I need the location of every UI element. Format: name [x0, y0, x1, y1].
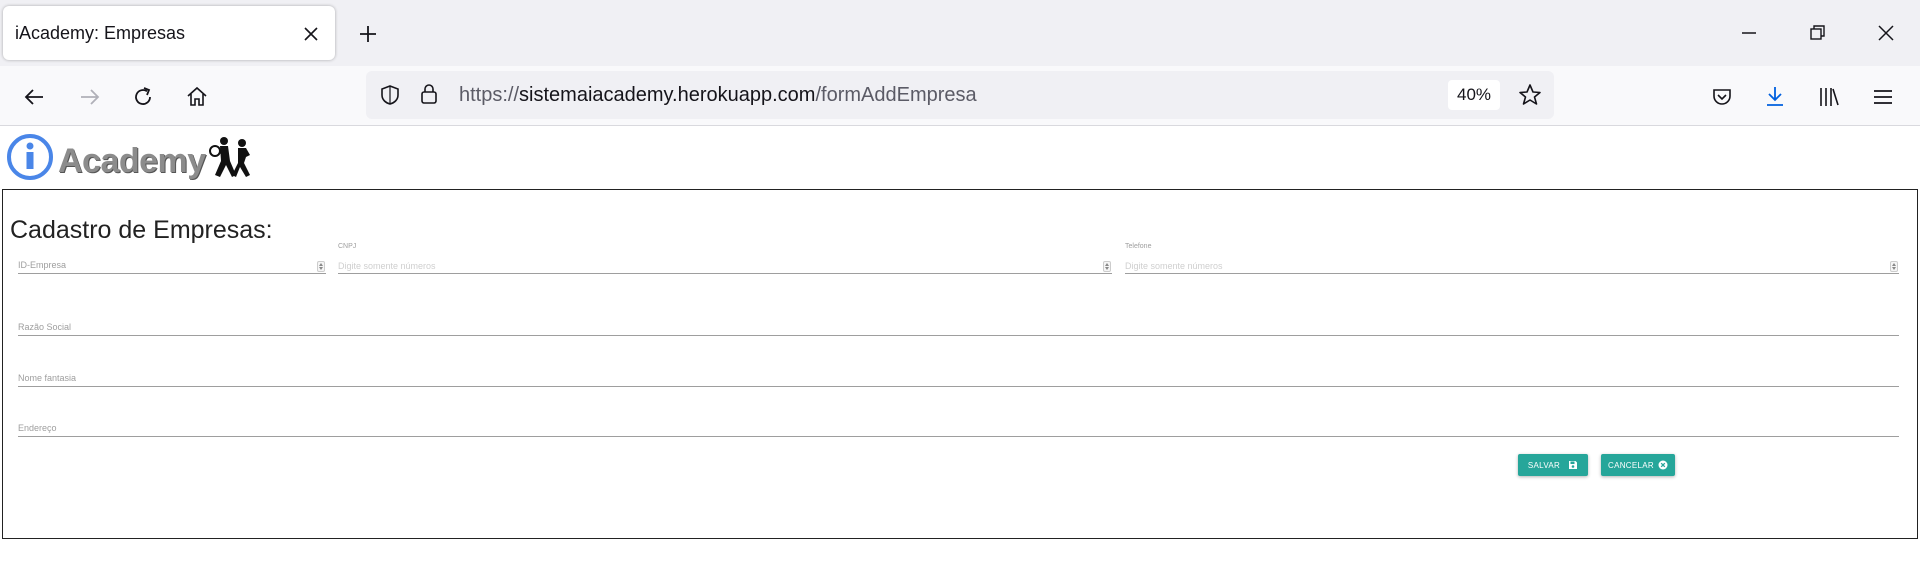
minimize-icon[interactable] — [1736, 20, 1762, 46]
page-content: Academy Cadastro de Empresas: ID-Empresa… — [0, 127, 1920, 578]
iacademy-logo: Academy — [6, 133, 266, 187]
telefone-input[interactable] — [1125, 259, 1899, 273]
save-button-label: SALVAR — [1527, 460, 1561, 470]
cnpj-label: CNPJ — [338, 243, 357, 250]
id-empresa-input[interactable] — [18, 259, 326, 273]
form-title: Cadastro de Empresas: — [10, 216, 273, 244]
cancel-button-label: CANCELAR — [1608, 460, 1654, 470]
logo-text: Academy — [58, 142, 206, 180]
razao-social-input[interactable] — [18, 321, 1899, 335]
library-icon[interactable] — [1816, 84, 1842, 110]
lock-icon[interactable] — [418, 82, 440, 106]
company-form: Cadastro de Empresas: ID-Empresa CNPJ Te… — [2, 189, 1918, 539]
new-tab-icon[interactable] — [356, 22, 380, 46]
close-window-icon[interactable] — [1873, 20, 1899, 46]
url-prefix: https:// — [459, 84, 520, 106]
restore-icon[interactable] — [1804, 20, 1830, 46]
bookmark-star-icon[interactable] — [1517, 82, 1543, 108]
razao-social-field[interactable]: Razão Social — [18, 306, 1899, 336]
cancel-button[interactable]: CANCELAR — [1601, 454, 1675, 476]
browser-tab-bar: iAcademy: Empresas — [0, 0, 1920, 66]
pocket-icon[interactable] — [1709, 84, 1735, 110]
id-empresa-field[interactable]: ID-Empresa — [18, 244, 326, 274]
cnpj-input[interactable] — [338, 259, 1112, 273]
forward-icon[interactable] — [76, 84, 102, 110]
telefone-field[interactable]: Telefone — [1125, 243, 1899, 274]
home-icon[interactable] — [184, 84, 210, 110]
close-tab-icon[interactable] — [301, 24, 321, 44]
telefone-label: Telefone — [1125, 243, 1152, 250]
browser-tab[interactable]: iAcademy: Empresas — [3, 6, 335, 60]
id-empresa-spinner[interactable] — [317, 261, 325, 272]
endereco-input[interactable] — [18, 422, 1899, 436]
endereco-field[interactable]: Endereço — [18, 407, 1899, 437]
url-host: sistemaiacademy.herokuapp.com — [519, 84, 816, 106]
shield-icon[interactable] — [378, 83, 402, 107]
back-icon[interactable] — [22, 84, 48, 110]
url-path: /formAddEmpresa — [815, 84, 977, 106]
nome-fantasia-input[interactable] — [18, 372, 1899, 386]
tab-title: iAcademy: Empresas — [15, 23, 186, 43]
url-text[interactable]: https://sistemaiacademy.herokuapp.com/fo… — [459, 84, 977, 107]
floppy-disk-icon — [1569, 461, 1578, 469]
save-button[interactable]: SALVAR — [1518, 454, 1588, 476]
menu-icon[interactable] — [1870, 84, 1896, 110]
cancel-circle-icon — [1658, 460, 1668, 470]
cnpj-field[interactable]: CNPJ — [338, 243, 1112, 274]
browser-nav-bar: https://sistemaiacademy.herokuapp.com/fo… — [0, 66, 1920, 126]
reload-icon[interactable] — [130, 84, 156, 110]
nome-fantasia-field[interactable]: Nome fantasia — [18, 357, 1899, 387]
url-bar[interactable]: https://sistemaiacademy.herokuapp.com/fo… — [366, 71, 1554, 119]
zoom-level-badge[interactable]: 40% — [1448, 80, 1500, 110]
telefone-spinner[interactable] — [1890, 261, 1898, 272]
downloads-icon[interactable] — [1762, 84, 1788, 110]
cnpj-spinner[interactable] — [1103, 261, 1111, 272]
